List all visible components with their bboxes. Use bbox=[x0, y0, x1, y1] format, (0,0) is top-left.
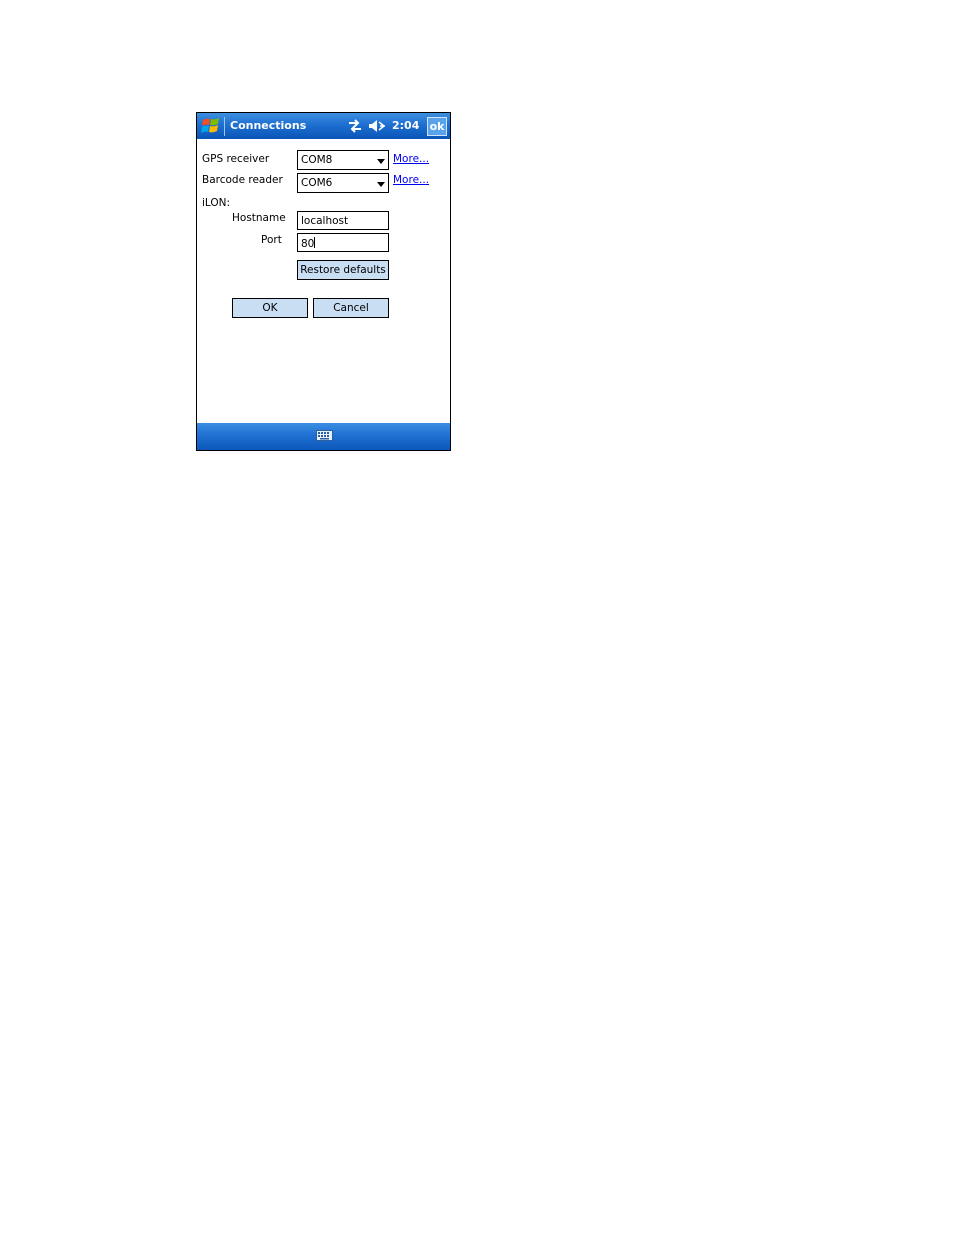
clock[interactable]: 2:04 bbox=[392, 119, 419, 132]
chevron-down-icon bbox=[377, 182, 385, 187]
gps-receiver-value: COM8 bbox=[301, 154, 333, 166]
menu-bar bbox=[197, 423, 450, 450]
keyboard-icon[interactable] bbox=[316, 430, 333, 441]
window-title: Connections bbox=[230, 119, 307, 132]
barcode-more-link[interactable]: More... bbox=[393, 174, 429, 186]
title-separator bbox=[224, 117, 225, 136]
text-caret bbox=[314, 237, 316, 248]
ilon-section-label: iLON: bbox=[202, 197, 231, 209]
ok-button[interactable]: OK bbox=[232, 298, 308, 318]
port-label: Port bbox=[261, 234, 282, 246]
chevron-down-icon bbox=[377, 159, 385, 164]
title-bar: Connections 2:04 ok bbox=[197, 113, 450, 139]
hostname-input[interactable]: localhost bbox=[297, 211, 389, 230]
barcode-reader-select[interactable]: COM6 bbox=[297, 173, 389, 193]
gps-more-link[interactable]: More... bbox=[393, 153, 429, 165]
pocket-pc-screen: Connections 2:04 ok GPS receiver COM8 Mo… bbox=[196, 112, 451, 451]
volume-muted-icon[interactable] bbox=[368, 118, 386, 134]
windows-flag-icon[interactable] bbox=[200, 115, 222, 137]
ok-title-button[interactable]: ok bbox=[427, 117, 447, 136]
port-value: 80 bbox=[301, 237, 316, 250]
cancel-button[interactable]: Cancel bbox=[313, 298, 389, 318]
gps-receiver-select[interactable]: COM8 bbox=[297, 150, 389, 170]
barcode-reader-value: COM6 bbox=[301, 177, 333, 189]
barcode-reader-label: Barcode reader bbox=[202, 174, 283, 186]
connectivity-icon[interactable] bbox=[347, 118, 363, 134]
hostname-label: Hostname bbox=[232, 212, 286, 224]
restore-defaults-button[interactable]: Restore defaults bbox=[297, 260, 389, 280]
gps-receiver-label: GPS receiver bbox=[202, 153, 270, 165]
hostname-value: localhost bbox=[301, 215, 349, 227]
port-input[interactable]: 80 bbox=[297, 233, 389, 252]
